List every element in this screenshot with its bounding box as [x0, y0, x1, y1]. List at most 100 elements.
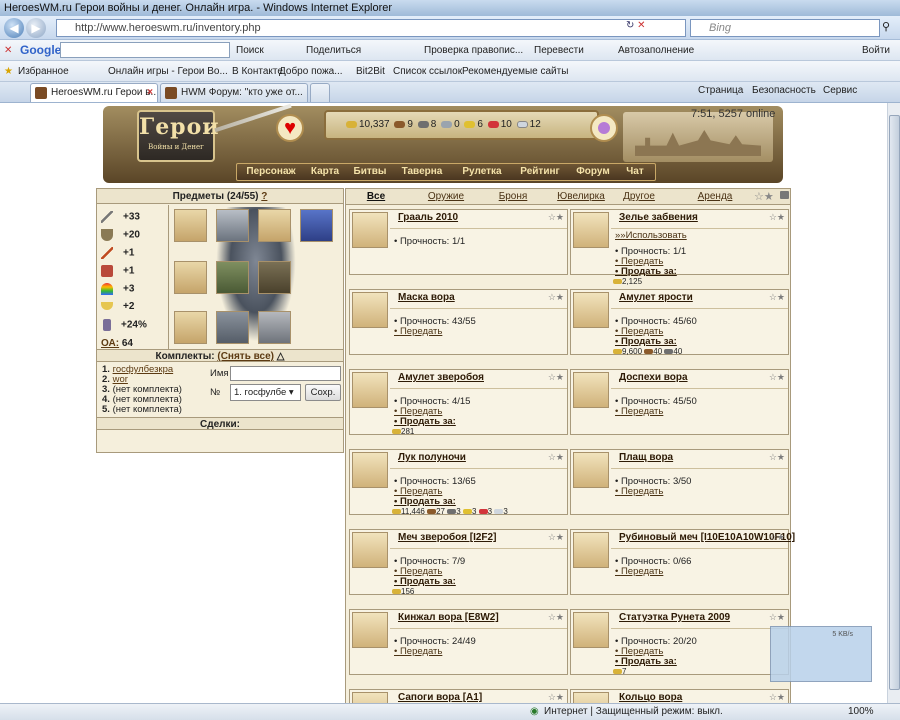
item-name-link[interactable]: Меч зверобоя [I2F2] — [398, 532, 496, 543]
sell-link[interactable]: • Продать за: — [615, 266, 677, 277]
stop-icon[interactable]: ✕ — [637, 20, 645, 31]
vertical-scrollbar[interactable] — [887, 103, 900, 703]
zone-status[interactable]: Интернет | Защищенный режим: выкл. — [544, 704, 723, 720]
refresh-icon[interactable]: ↻ — [626, 20, 634, 31]
item-icon[interactable] — [352, 532, 388, 568]
translate-button[interactable]: Перевести — [534, 40, 584, 60]
item-icon[interactable] — [573, 292, 609, 328]
sell-link[interactable]: • Продать за: — [615, 336, 677, 347]
tab-weapons[interactable]: Оружие — [424, 191, 468, 202]
collapse-icon[interactable]: △ — [277, 351, 285, 362]
transfer-link[interactable]: • Передать — [615, 406, 663, 417]
tab-forum[interactable]: HWM Форум: "кто уже от... — [160, 83, 308, 102]
favorite-star-icon[interactable]: ☆★ — [548, 292, 564, 303]
fav-item[interactable]: Онлайн игры - Герои Во... — [108, 61, 228, 81]
share-button[interactable]: Поделиться — [306, 40, 361, 60]
fav-item[interactable]: Добро пожа... — [279, 61, 343, 81]
autofill-button[interactable]: Автозаполнение — [618, 40, 694, 60]
sell-link[interactable]: • Продать за: — [394, 496, 456, 507]
menu-battles[interactable]: Битвы — [349, 164, 391, 180]
bing-search-input[interactable]: Bing — [690, 19, 880, 37]
slot-ring-left[interactable] — [174, 209, 207, 242]
item-name-link[interactable]: Маска вора — [398, 292, 455, 303]
url-input[interactable]: http://www.heroeswm.ru/inventory.php — [56, 19, 686, 37]
set-number-select[interactable]: 1. госфулбе ▾ — [230, 384, 301, 401]
favorite-star-icon[interactable]: ☆★ — [769, 612, 785, 623]
item-icon[interactable] — [352, 452, 388, 488]
item-icon[interactable] — [352, 372, 388, 408]
menu-map[interactable]: Карта — [305, 164, 345, 180]
slot-amulet[interactable] — [258, 209, 291, 242]
new-tab-button[interactable] — [310, 83, 330, 102]
slot-shield[interactable] — [258, 311, 291, 344]
item-icon[interactable] — [573, 692, 609, 703]
use-link[interactable]: »»Использовать — [615, 230, 687, 241]
favorite-star-icon[interactable]: ☆★ — [754, 190, 774, 203]
favorite-star-icon[interactable]: ☆★ — [548, 452, 564, 463]
item-icon[interactable] — [352, 292, 388, 328]
item-name-link[interactable]: Плащ вора — [619, 452, 673, 463]
item-icon[interactable] — [573, 612, 609, 648]
page-menu[interactable]: Страница — [698, 85, 743, 96]
transfer-link[interactable]: • Передать — [394, 326, 442, 337]
favorite-star-icon[interactable]: ☆★ — [769, 452, 785, 463]
unequip-all-link[interactable]: (Снять все) — [217, 351, 274, 362]
login-button[interactable]: Войти — [862, 40, 890, 60]
tab-jewelry[interactable]: Ювелирка — [556, 191, 606, 202]
favorite-star-icon[interactable]: ☆★ — [548, 532, 564, 543]
item-name-link[interactable]: Амулет зверобоя — [398, 372, 484, 383]
transfer-link[interactable]: • Передать — [615, 486, 663, 497]
menu-tavern[interactable]: Таверна — [397, 164, 447, 180]
favorite-star-icon[interactable]: ☆★ — [548, 612, 564, 623]
menu-character[interactable]: Персонаж — [243, 164, 299, 180]
slot-helmet[interactable] — [216, 209, 249, 242]
favorite-star-icon[interactable]: ☆★ — [769, 212, 785, 223]
favorite-star-icon[interactable]: ☆★ — [769, 372, 785, 383]
favorite-star-icon[interactable]: ☆★ — [769, 292, 785, 303]
google-search-button[interactable]: Поиск — [236, 40, 264, 60]
item-name-link[interactable]: Амулет ярости — [619, 292, 693, 303]
search-icon[interactable]: ⚲ — [882, 20, 890, 33]
help-link[interactable]: ? — [261, 191, 267, 202]
sell-link[interactable]: • Продать за: — [394, 576, 456, 587]
slot-spellbook[interactable] — [300, 209, 333, 242]
slot-cloak[interactable] — [258, 261, 291, 294]
item-name-link[interactable]: Кинжал вора [E8W2] — [398, 612, 499, 623]
item-name-link[interactable]: Кольцо вора — [619, 692, 682, 703]
item-name-link[interactable]: Грааль 2010 — [398, 212, 458, 223]
item-name-link[interactable]: Статуэтка Рунета 2009 — [619, 612, 730, 623]
tab-rent[interactable]: Аренда — [694, 191, 736, 202]
fav-item[interactable]: Bit2Bit — [356, 61, 385, 81]
scrollbar-thumb[interactable] — [889, 115, 900, 690]
save-set-button[interactable]: Сохр. — [305, 384, 341, 401]
item-name-link[interactable]: Лук полуночи — [398, 452, 466, 463]
sell-link[interactable]: • Продать за: — [394, 416, 456, 427]
item-icon[interactable] — [573, 212, 609, 248]
close-tab-icon[interactable]: × — [147, 84, 153, 102]
slot-body-armor[interactable] — [216, 261, 249, 294]
menu-roulette[interactable]: Рулетка — [455, 164, 509, 180]
item-name-link[interactable]: Зелье забвения — [619, 212, 698, 223]
briefcase-icon[interactable] — [780, 191, 789, 199]
tab-armor[interactable]: Броня — [496, 191, 530, 202]
menu-chat[interactable]: Чат — [619, 164, 651, 180]
item-icon[interactable] — [573, 532, 609, 568]
slot-weapon[interactable] — [174, 311, 207, 344]
fav-item[interactable]: В Контакте — [232, 61, 283, 81]
item-name-link[interactable]: Сапоги вора [A1] — [398, 692, 482, 703]
favorite-star-icon[interactable]: ☆★ — [548, 692, 564, 703]
forward-button[interactable]: ▶ — [26, 18, 46, 38]
menu-forum[interactable]: Форум — [571, 164, 615, 180]
item-icon[interactable] — [352, 212, 388, 248]
tools-menu[interactable]: Сервис — [823, 85, 857, 96]
sell-link[interactable]: • Продать за: — [615, 656, 677, 667]
oa-link[interactable]: ОА: — [101, 338, 119, 349]
safety-menu[interactable]: Безопасность — [752, 85, 816, 96]
fav-item[interactable]: Рекомендуемые сайты — [462, 61, 568, 81]
menu-rating[interactable]: Рейтинг — [514, 164, 566, 180]
favorites-button[interactable]: Избранное — [18, 61, 69, 81]
item-icon[interactable] — [573, 372, 609, 408]
tab-other[interactable]: Другое — [618, 191, 660, 202]
slot-ring-right[interactable] — [174, 261, 207, 294]
transfer-link[interactable]: • Передать — [394, 646, 442, 657]
